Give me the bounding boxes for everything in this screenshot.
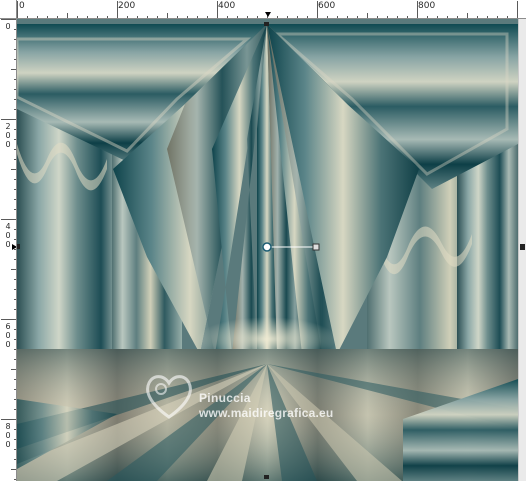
- ruler-tick: [317, 1, 318, 18]
- artwork-canvas[interactable]: [17, 19, 518, 481]
- ruler-top-marker: [265, 12, 271, 17]
- ruler-left-label: 0: [5, 22, 11, 31]
- ruler-left-label-digit: 6: [5, 322, 11, 331]
- ruler-top-label: 800: [418, 1, 436, 11]
- ruler-left-label-digit: 4: [5, 222, 11, 231]
- selection-handle-top[interactable]: [264, 22, 269, 26]
- ruler-tick: [1, 19, 16, 20]
- selection-handle-left[interactable]: [17, 244, 20, 249]
- ruler-left-label-digit: 0: [5, 131, 11, 140]
- image-editor-window: 0 200 400 600 800 0 200 400 600 800 Pinu…: [0, 0, 526, 481]
- ruler-left-label-digit: 0: [5, 240, 11, 249]
- ruler-left-label-digit: 0: [5, 340, 11, 349]
- ruler-tick: [217, 1, 218, 18]
- ruler-top-label: 400: [218, 1, 236, 11]
- ruler-left-label-digit: 0: [5, 140, 11, 149]
- ruler-tick: [1, 119, 16, 120]
- ruler-tick: [17, 1, 18, 18]
- ruler-top-label: 0: [19, 1, 25, 11]
- ruler-tick: [1, 319, 16, 320]
- ruler-left-label-digit: 0: [5, 231, 11, 240]
- ruler-left-label-digit: 8: [5, 422, 11, 431]
- ruler-top-label: 200: [118, 1, 136, 11]
- ruler-left-label-digit: 0: [5, 331, 11, 340]
- rotation-handle-icon[interactable]: [262, 242, 272, 252]
- ruler-tick: [1, 219, 16, 220]
- horizontal-ruler[interactable]: 0 200 400 600 800: [17, 0, 526, 19]
- ruler-tick: [417, 1, 418, 18]
- selection-handle-bottom[interactable]: [264, 475, 269, 479]
- vertical-ruler[interactable]: 0 200 400 600 800: [0, 19, 17, 481]
- right-pillar-inner: [457, 139, 518, 354]
- vertical-scrollbar[interactable]: [518, 19, 526, 481]
- ruler-tick: [117, 1, 118, 18]
- ruler-left-label-digit: 2: [5, 122, 11, 131]
- ruler-left-label-digit: 0: [5, 431, 11, 440]
- ruler-left-label-digit: 0: [5, 440, 11, 449]
- ruler-corner: [0, 0, 17, 19]
- ruler-top-label: 600: [318, 1, 336, 11]
- canvas-viewport[interactable]: Pinuccia www.maidiregrafica.eu: [17, 19, 526, 481]
- scrollbar-marker[interactable]: [520, 244, 525, 250]
- ruler-tick: [517, 1, 518, 18]
- ruler-tick: [1, 419, 16, 420]
- rotation-handle-end[interactable]: [312, 243, 320, 251]
